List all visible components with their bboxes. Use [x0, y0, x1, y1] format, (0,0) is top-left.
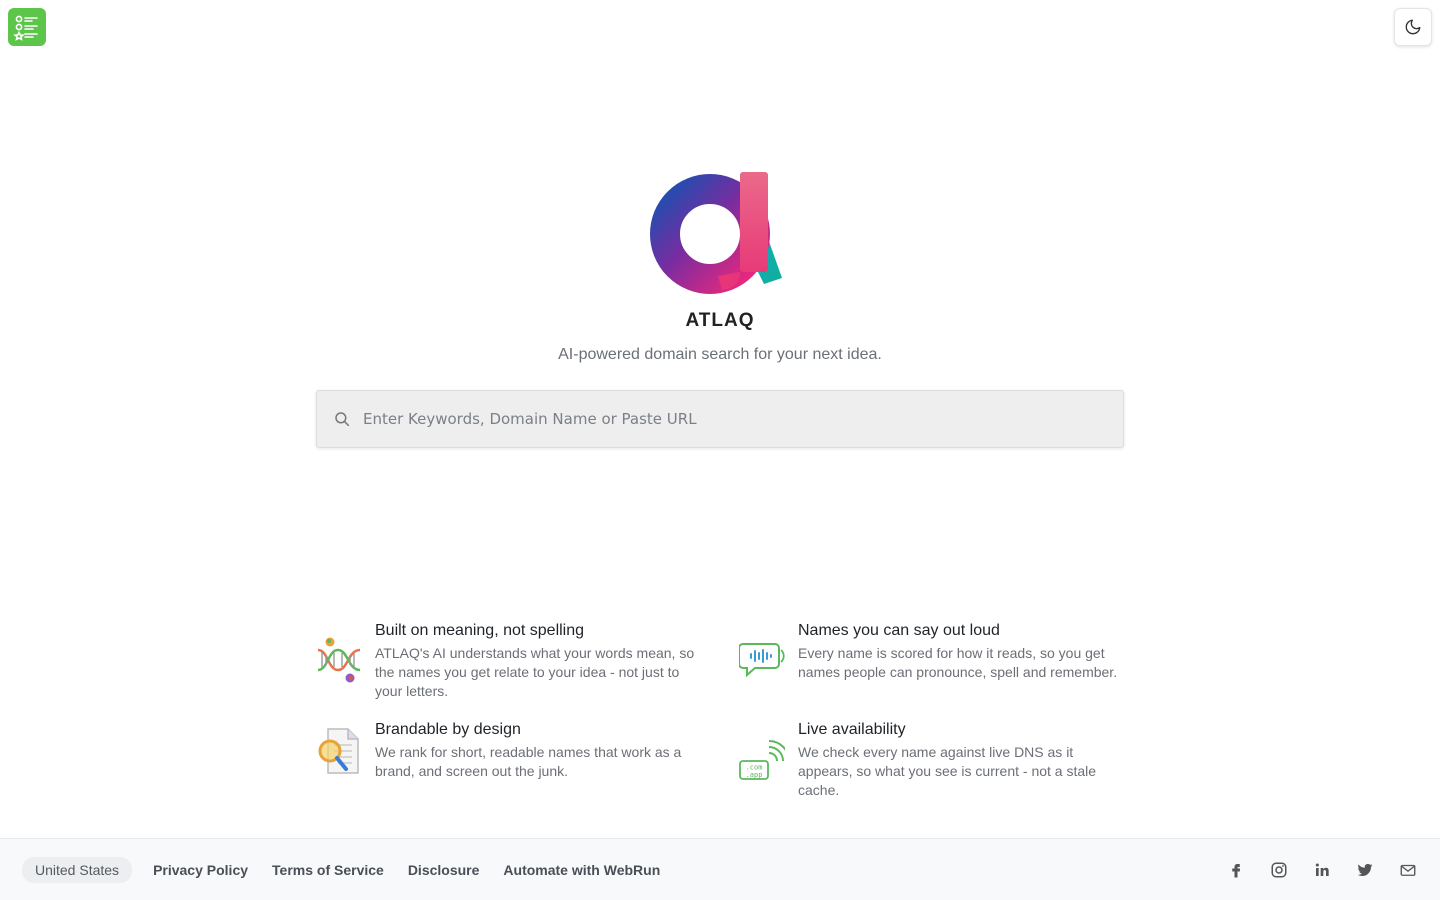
feature-title: Names you can say out loud	[798, 622, 1000, 639]
disclosure-link[interactable]: Disclosure	[408, 862, 480, 878]
hero: ATLAQ AI-powered domain search for your …	[0, 168, 1440, 364]
facebook-icon	[1232, 863, 1241, 877]
speech-bubble-icon	[739, 643, 785, 678]
feature-description: ATLAQ's AI understands what your words m…	[375, 645, 695, 699]
features-grid: Built on meaning, not spelling ATLAQ's A…	[316, 620, 1124, 800]
footer: United States Privacy Policy Terms of Se…	[0, 838, 1440, 900]
document-magnifier-icon	[318, 728, 359, 774]
feature-description: Every name is scored for how it reads, s…	[798, 645, 1118, 680]
dna-icon	[317, 637, 361, 683]
twitter-link[interactable]	[1355, 860, 1375, 880]
feature-brandable: Brandable by design We rank for short, r…	[316, 719, 739, 800]
region-selector[interactable]: United States	[22, 856, 133, 883]
tagline: AI-powered domain search for your next i…	[558, 346, 882, 363]
feature-description: We check every name against live DNS as …	[798, 744, 1097, 798]
social-links	[1203, 860, 1418, 880]
feature-title: Brandable by design	[375, 721, 521, 738]
domain-tld-label: .app	[746, 771, 763, 779]
linkedin-link[interactable]	[1312, 860, 1332, 880]
search-input[interactable]	[351, 391, 1123, 447]
mail-icon	[1400, 864, 1416, 876]
search-icon	[335, 412, 350, 427]
facebook-link[interactable]	[1226, 860, 1246, 880]
domain-signal-icon: .com .app	[739, 740, 785, 780]
instagram-link[interactable]	[1269, 860, 1289, 880]
linkedin-icon	[1315, 862, 1329, 876]
search-box[interactable]	[316, 390, 1124, 448]
twitter-icon	[1357, 863, 1373, 876]
brand-name: ATLAQ	[685, 310, 755, 331]
atlaq-logo	[650, 172, 782, 294]
feature-title: Live availability	[798, 721, 906, 738]
feature-pronounceable: Names you can say out loud Every name is…	[739, 620, 1124, 701]
feature-meaning: Built on meaning, not spelling ATLAQ's A…	[316, 620, 739, 701]
terms-of-service-link[interactable]: Terms of Service	[272, 862, 384, 878]
app-badge[interactable]	[8, 8, 46, 46]
email-link[interactable]	[1398, 860, 1418, 880]
feature-description: We rank for short, readable names that w…	[375, 744, 682, 779]
feature-title: Built on meaning, not spelling	[375, 622, 585, 639]
automate-webrun-link[interactable]: Automate with WebRun	[503, 862, 660, 878]
moon-icon	[1405, 19, 1421, 35]
instagram-icon	[1271, 862, 1287, 877]
checklist-app-icon	[13, 15, 38, 41]
feature-availability: .com .app Live availability We check eve…	[739, 719, 1124, 800]
privacy-policy-link[interactable]: Privacy Policy	[153, 862, 248, 878]
theme-toggle-button[interactable]	[1394, 8, 1432, 46]
